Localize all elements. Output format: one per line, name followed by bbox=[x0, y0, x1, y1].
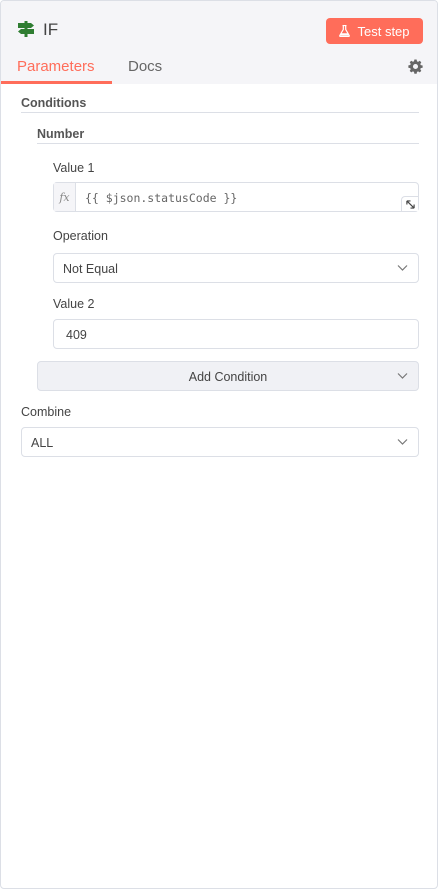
gear-icon[interactable] bbox=[408, 59, 423, 74]
conditions-label: Conditions bbox=[21, 96, 87, 110]
add-condition-button[interactable]: Add Condition bbox=[37, 361, 419, 391]
chevron-down-icon bbox=[397, 439, 408, 445]
operation-label: Operation bbox=[53, 229, 108, 243]
test-step-label: Test step bbox=[357, 23, 410, 39]
value1-label: Value 1 bbox=[53, 161, 95, 175]
expand-icon[interactable] bbox=[401, 196, 418, 211]
operation-selected: Not Equal bbox=[63, 262, 118, 276]
value2-label: Value 2 bbox=[53, 297, 95, 311]
number-divider bbox=[37, 143, 419, 144]
flask-icon bbox=[339, 25, 351, 37]
combine-select[interactable]: ALL bbox=[21, 427, 419, 457]
tab-docs[interactable]: Docs bbox=[128, 58, 162, 76]
panel-header: IF Test step Parameters Docs bbox=[1, 1, 437, 84]
number-label: Number bbox=[37, 127, 85, 141]
node-title: IF bbox=[43, 20, 59, 39]
combine-selected: ALL bbox=[31, 436, 54, 450]
node-details-panel: IF Test step Parameters Docs Conditions … bbox=[0, 0, 438, 889]
value2-value: 409 bbox=[66, 328, 87, 342]
conditions-divider bbox=[21, 112, 419, 113]
test-step-button[interactable]: Test step bbox=[326, 18, 423, 44]
add-condition-label: Add Condition bbox=[188, 370, 268, 384]
chevron-down-icon bbox=[397, 265, 408, 271]
combine-label: Combine bbox=[21, 405, 72, 419]
active-tab-indicator bbox=[1, 81, 112, 84]
expression-fx-icon: fx bbox=[54, 183, 76, 211]
tab-parameters[interactable]: Parameters bbox=[17, 58, 95, 76]
value1-expression-field[interactable]: fx {{ $json.statusCode }} bbox=[53, 182, 419, 212]
value1-expression: {{ $json.statusCode }} bbox=[85, 191, 238, 205]
signpost-icon bbox=[17, 20, 35, 38]
chevron-down-icon bbox=[397, 373, 408, 379]
value2-input[interactable]: 409 bbox=[53, 319, 419, 349]
operation-select[interactable]: Not Equal bbox=[53, 253, 419, 283]
